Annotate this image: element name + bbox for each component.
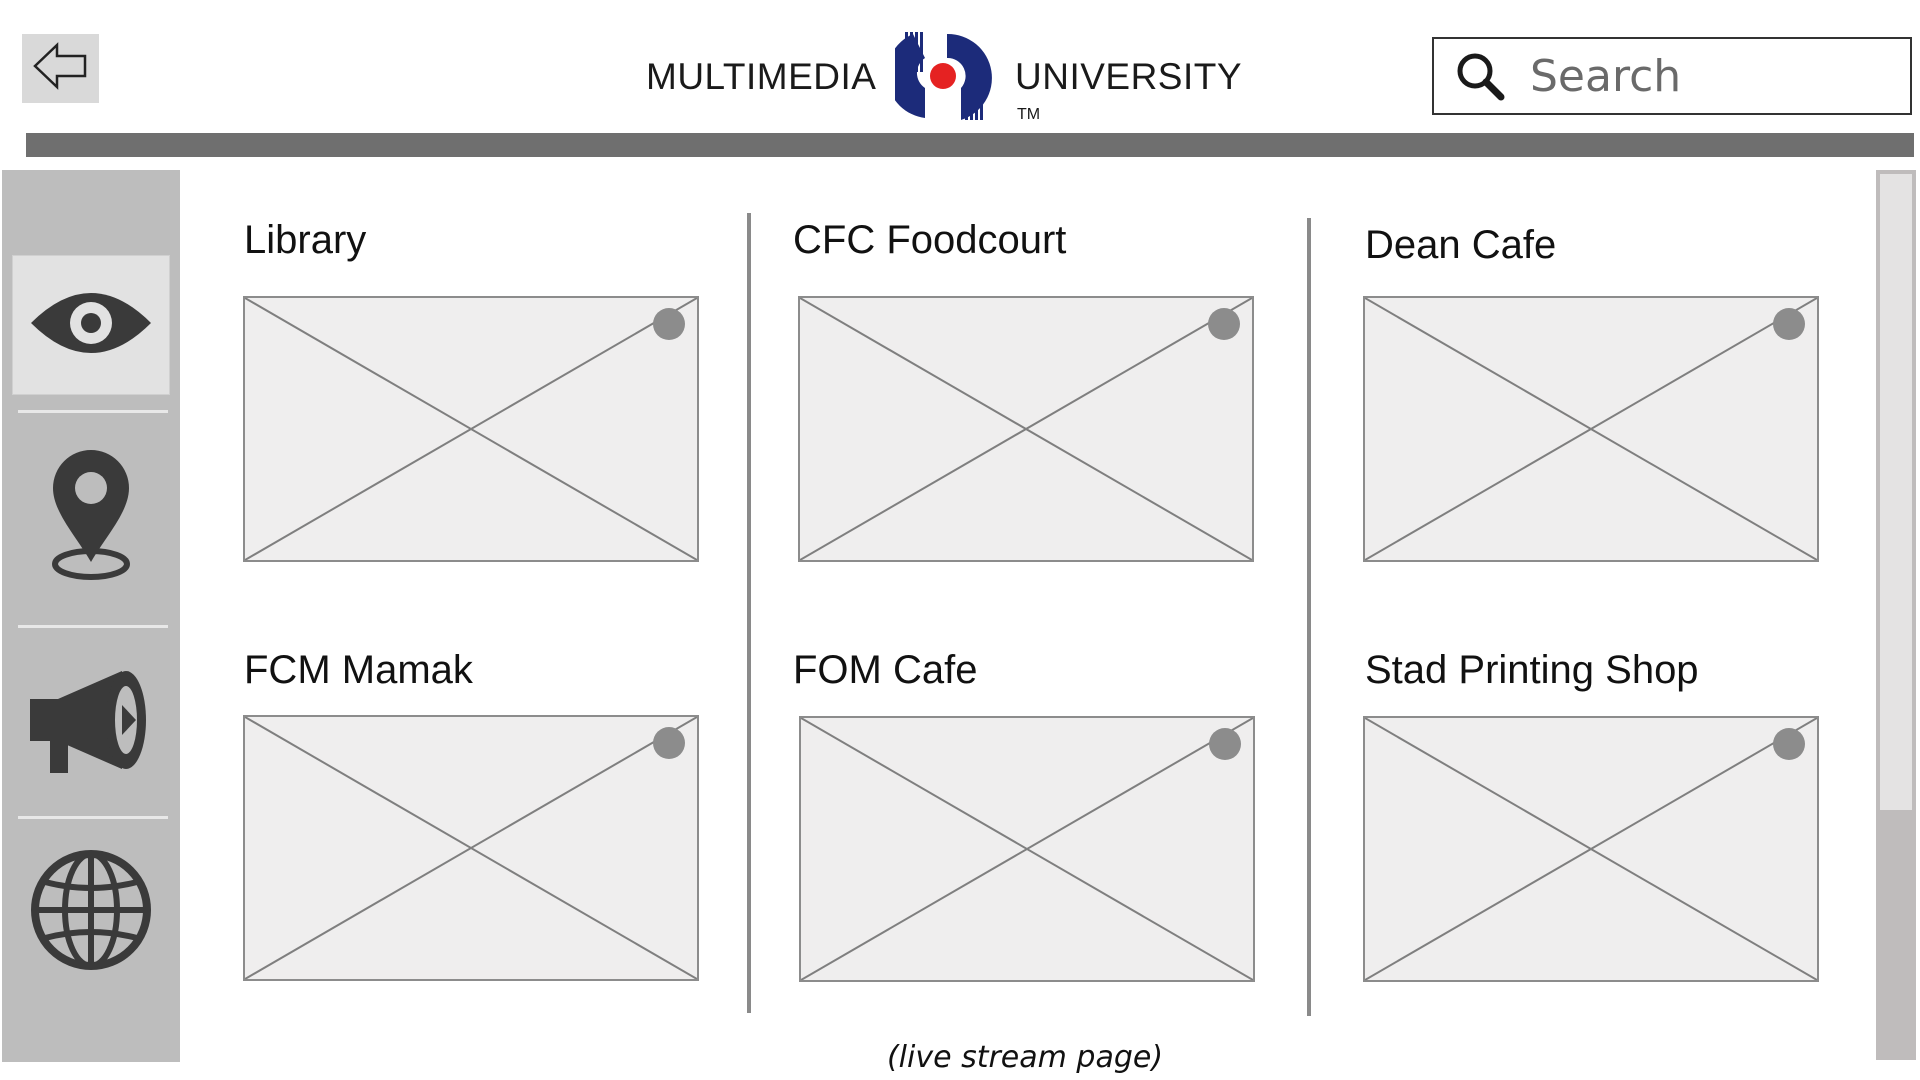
- back-arrow-icon: [31, 41, 91, 96]
- card-title: Stad Printing Shop: [1365, 648, 1699, 692]
- sidebar-divider: [18, 410, 168, 413]
- live-indicator-icon: [1773, 308, 1805, 340]
- search-box[interactable]: [1432, 37, 1912, 115]
- sidebar: [2, 170, 180, 1062]
- image-placeholder-icon: [800, 298, 1252, 560]
- logo-trademark: TM: [1017, 106, 1041, 123]
- logo-text-right: UNIVERSITY: [1015, 56, 1243, 97]
- header-divider-bar: [26, 133, 1914, 157]
- university-logo: MULTIMEDIA UNIVERSITY TM: [640, 28, 1260, 128]
- location-pin-icon: [46, 444, 136, 589]
- live-indicator-icon: [1208, 308, 1240, 340]
- stream-thumbnail[interactable]: [798, 296, 1254, 562]
- page-caption: (live stream page): [886, 1040, 1164, 1075]
- image-placeholder-icon: [801, 718, 1253, 980]
- stream-thumbnail[interactable]: [243, 715, 699, 981]
- card-title: FCM Mamak: [244, 648, 473, 692]
- sidebar-divider: [18, 816, 168, 819]
- image-placeholder-icon: [1365, 718, 1817, 980]
- sidebar-item-location[interactable]: [12, 446, 170, 586]
- image-placeholder-icon: [245, 717, 697, 979]
- sidebar-item-web[interactable]: [12, 842, 170, 982]
- stream-thumbnail[interactable]: [1363, 296, 1819, 562]
- live-indicator-icon: [1773, 728, 1805, 760]
- card-title: CFC Foodcourt: [793, 218, 1067, 262]
- card-title: Dean Cafe: [1365, 223, 1557, 267]
- image-placeholder-icon: [1365, 298, 1817, 560]
- logo-mark-icon: [886, 28, 995, 129]
- eye-icon: [27, 283, 155, 368]
- card-title: FOM Cafe: [793, 648, 978, 692]
- live-indicator-icon: [1209, 728, 1241, 760]
- logo-text-left: MULTIMEDIA: [646, 56, 877, 97]
- column-divider: [1307, 218, 1311, 1016]
- scrollbar-thumb[interactable]: [1880, 174, 1912, 810]
- live-indicator-icon: [653, 308, 685, 340]
- stream-thumbnail[interactable]: [799, 716, 1255, 982]
- card-title: Library: [244, 218, 367, 262]
- stream-thumbnail[interactable]: [1363, 716, 1819, 982]
- image-placeholder-icon: [245, 298, 697, 560]
- vertical-scrollbar[interactable]: [1876, 170, 1916, 1060]
- search-icon[interactable]: [1452, 48, 1508, 104]
- live-stream-page: MULTIMEDIA UNIVERSITY TM Search Library …: [0, 0, 1920, 1080]
- back-button[interactable]: [22, 34, 99, 103]
- column-divider: [747, 213, 751, 1013]
- megaphone-icon: [26, 661, 156, 786]
- sidebar-divider: [18, 625, 168, 628]
- stream-thumbnail[interactable]: [243, 296, 699, 562]
- live-indicator-icon: [653, 727, 685, 759]
- sidebar-item-view[interactable]: [12, 255, 170, 395]
- sidebar-item-announcements[interactable]: [12, 653, 170, 793]
- search-input[interactable]: [1528, 49, 1892, 103]
- globe-icon: [29, 848, 153, 977]
